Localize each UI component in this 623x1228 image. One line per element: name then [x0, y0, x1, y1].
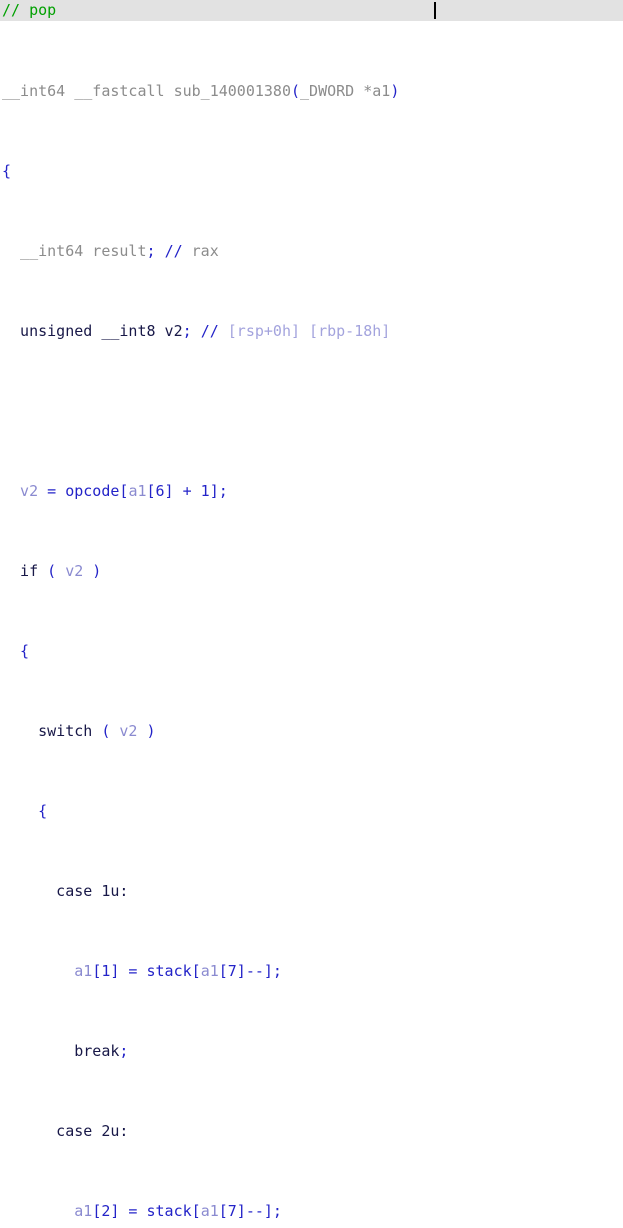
keyword-case-token: case 2u:	[2, 1122, 129, 1140]
header-comment-text: // pop	[2, 1, 57, 19]
paren-close-token: )	[390, 82, 400, 100]
keyword-switch-token: switch	[2, 722, 102, 740]
brace-token: {	[2, 642, 30, 660]
lvar-v2-token[interactable]: v2	[119, 722, 137, 740]
code-line-6[interactable]: v2 = opcode[a1[6] + 1];	[0, 481, 623, 501]
param-type-token: _DWORD *a1	[300, 82, 391, 100]
semicolon-token: ;	[146, 242, 156, 260]
lvar-a1-token[interactable]: a1	[201, 962, 219, 980]
code-line-9[interactable]: switch ( v2 )	[0, 721, 623, 741]
code-line-14[interactable]: case 2u:	[0, 1121, 623, 1141]
keyword-break-token: break	[2, 1042, 120, 1060]
pseudocode-window: // pop __int64 __fastcall sub_140001380(…	[0, 0, 623, 1228]
paren-token: )	[137, 722, 156, 740]
blank-token	[2, 402, 11, 420]
return-type-token: __int64 __fastcall	[2, 82, 174, 100]
local-decl-type-result: __int64 result	[2, 242, 147, 260]
brace-token: {	[2, 802, 48, 820]
bracket-token: [	[191, 1202, 201, 1220]
comment-marker-icon: //	[164, 242, 183, 260]
lvar-a1-token[interactable]: a1	[128, 482, 146, 500]
index-token: [1] =	[92, 962, 147, 980]
code-line-10[interactable]: {	[0, 801, 623, 821]
global-stack-token[interactable]: stack	[147, 1202, 192, 1220]
semicolon-token: ;	[119, 1042, 129, 1060]
lvar-a1-token[interactable]: a1	[2, 962, 92, 980]
code-line-12[interactable]: a1[1] = stack[a1[7]--];	[0, 961, 623, 981]
comment-text-reghint: [rsp+0h] [rbp-18h]	[218, 322, 391, 340]
lvar-v2-token[interactable]: v2	[65, 562, 83, 580]
global-stack-token[interactable]: stack	[147, 962, 192, 980]
bracket-token: [	[191, 962, 201, 980]
paren-token: (	[47, 562, 66, 580]
pseudocode-code-area[interactable]: __int64 __fastcall sub_140001380(_DWORD …	[0, 21, 623, 1228]
keyword-if-token: if	[2, 562, 48, 580]
paren-open-token: (	[291, 82, 301, 100]
code-line-2[interactable]: {	[0, 161, 623, 181]
code-line-4[interactable]: unsigned __int8 v2; // [rsp+0h] [rbp-18h…	[0, 321, 623, 341]
code-line-8[interactable]: {	[0, 641, 623, 661]
code-line-13[interactable]: break;	[0, 1041, 623, 1061]
text-caret	[434, 2, 436, 19]
lvar-a1-token[interactable]: a1	[2, 1202, 92, 1220]
code-line-15[interactable]: a1[2] = stack[a1[7]--];	[0, 1201, 623, 1221]
code-line-11[interactable]: case 1u:	[0, 881, 623, 901]
index-token: [7]--];	[218, 1202, 282, 1220]
pseudocode-header-bar[interactable]: // pop	[0, 0, 623, 21]
comment-text-rax: rax	[182, 242, 219, 260]
code-line-7[interactable]: if ( v2 )	[0, 561, 623, 581]
code-line-1[interactable]: __int64 __fastcall sub_140001380(_DWORD …	[0, 81, 623, 101]
comment-marker-icon: //	[200, 322, 219, 340]
code-line-5-blank[interactable]	[0, 401, 623, 421]
function-name-token[interactable]: sub_140001380	[174, 82, 291, 100]
local-decl-type-v2: unsigned __int8 v2	[2, 322, 183, 340]
assign-op-token: =	[38, 482, 66, 500]
keyword-case-token: case 1u:	[2, 882, 129, 900]
paren-token: (	[101, 722, 120, 740]
global-opcode-token[interactable]: opcode	[65, 482, 119, 500]
lvar-v2-token[interactable]: v2	[2, 482, 38, 500]
brace-token: {	[2, 162, 12, 180]
lvar-a1-token[interactable]: a1	[201, 1202, 219, 1220]
index-token: [2] =	[92, 1202, 147, 1220]
paren-token: )	[83, 562, 102, 580]
semicolon-token: ;	[182, 322, 192, 340]
index-token: [6] + 1];	[146, 482, 228, 500]
code-line-3[interactable]: __int64 result; // rax	[0, 241, 623, 261]
index-token: [7]--];	[218, 962, 282, 980]
